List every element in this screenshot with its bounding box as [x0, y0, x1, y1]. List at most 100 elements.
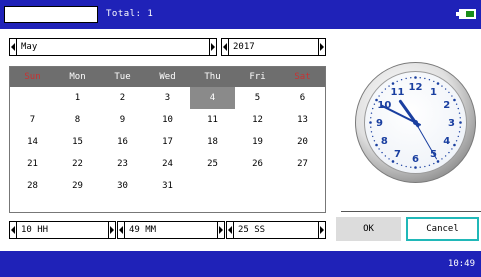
calendar-day-17[interactable]: 17: [145, 131, 190, 153]
clock-numeral-1: 1: [430, 87, 437, 98]
clock-tick: [378, 95, 380, 97]
clock-tick: [381, 91, 383, 94]
weekday-thu: Thu: [204, 72, 221, 82]
clock-tick: [414, 166, 417, 169]
clock-numeral-4: 4: [443, 136, 450, 147]
calendar-empty-cell: [10, 87, 55, 109]
minutes-prev-arrow-icon[interactable]: [117, 221, 125, 239]
clock-tick: [441, 158, 443, 160]
calendar-day-22[interactable]: 22: [55, 153, 100, 175]
year-spinner[interactable]: 2017: [221, 38, 326, 56]
minutes-value[interactable]: 49 MM: [125, 221, 217, 239]
calendar-day-5[interactable]: 5: [235, 87, 280, 109]
calendar-day-25[interactable]: 25: [190, 153, 235, 175]
calendar-day-14[interactable]: 14: [10, 131, 55, 153]
clock-tick: [453, 143, 456, 147]
seconds-spinner[interactable]: 25 SS: [226, 221, 326, 239]
calendar-day-12[interactable]: 12: [235, 109, 280, 131]
clock-numeral-3: 3: [448, 118, 455, 129]
calendar-day-29[interactable]: 29: [55, 175, 100, 197]
calendar-day-3[interactable]: 3: [145, 87, 190, 109]
seconds-prev-arrow-icon[interactable]: [226, 221, 234, 239]
calendar-day-15[interactable]: 15: [55, 131, 100, 153]
calendar-day-24[interactable]: 24: [145, 153, 190, 175]
month-next-arrow-icon[interactable]: [209, 38, 217, 56]
weekday-mon: Mon: [69, 72, 86, 82]
minutes-spinner[interactable]: 49 MM: [117, 221, 225, 239]
calendar-day-13[interactable]: 13: [280, 109, 325, 131]
calendar-day-27[interactable]: 27: [280, 153, 325, 175]
clock-tick: [373, 140, 376, 142]
clock-tick: [414, 76, 417, 79]
clock-tick: [436, 160, 440, 163]
clock-tick: [451, 95, 453, 97]
seconds-value[interactable]: 25 SS: [234, 221, 318, 239]
weekday-fri: Fri: [249, 72, 266, 82]
calendar-day-21[interactable]: 21: [10, 153, 55, 175]
calendar-day-8[interactable]: 8: [55, 109, 100, 131]
clock-tick: [444, 155, 447, 157]
clock-tick: [453, 98, 456, 102]
clock-tick: [419, 166, 421, 168]
clock-tick: [457, 107, 459, 110]
clock-tick: [455, 140, 458, 142]
calendar-day-20[interactable]: 20: [280, 131, 325, 153]
clock-tick: [370, 112, 373, 114]
analog-clock: 121234567891011: [355, 62, 476, 183]
seconds-next-arrow-icon[interactable]: [318, 221, 326, 239]
calendar-day-10[interactable]: 10: [145, 109, 190, 131]
top-input-field[interactable]: [4, 6, 98, 23]
year-prev-arrow-icon[interactable]: [221, 38, 229, 56]
calendar-day-9[interactable]: 9: [100, 109, 145, 131]
calendar-day-26[interactable]: 26: [235, 153, 280, 175]
calendar-day-23[interactable]: 23: [100, 153, 145, 175]
calendar-day-4[interactable]: 4: [190, 87, 235, 109]
calendar-day-1[interactable]: 1: [55, 87, 100, 109]
calendar-day-16[interactable]: 16: [100, 131, 145, 153]
calendar-day-7[interactable]: 7: [10, 109, 55, 131]
month-value[interactable]: May: [17, 38, 209, 56]
clock-tick: [410, 77, 412, 79]
clock-tick: [378, 148, 380, 150]
ok-button[interactable]: OK: [336, 217, 401, 241]
clock-tick: [451, 148, 453, 150]
clock-numeral-9: 9: [376, 118, 383, 129]
clock-tick: [459, 126, 461, 128]
calendar-week-row: 123456: [10, 87, 325, 109]
minutes-next-arrow-icon[interactable]: [217, 221, 225, 239]
battery-nub: [456, 12, 459, 16]
year-value[interactable]: 2017: [229, 38, 318, 56]
calendar-empty-cell: [280, 175, 325, 197]
clock-tick: [455, 103, 458, 105]
calendar-week-row: 14 15 16 17 18 19 20: [10, 131, 325, 153]
clock-tick: [433, 162, 435, 165]
cancel-button[interactable]: Cancel: [406, 217, 479, 241]
calendar-day-28[interactable]: 28: [10, 175, 55, 197]
month-prev-arrow-icon[interactable]: [9, 38, 17, 56]
month-spinner[interactable]: May: [9, 38, 217, 56]
calendar-day-18[interactable]: 18: [190, 131, 235, 153]
button-divider: [341, 211, 481, 212]
clock-tick: [405, 77, 407, 80]
calendar-day-19[interactable]: 19: [235, 131, 280, 153]
calendar-day-6[interactable]: 6: [280, 87, 325, 109]
clock-tick: [457, 135, 459, 138]
clock-numeral-8: 8: [381, 136, 388, 147]
clock-tick: [428, 79, 431, 81]
calendar-day-11[interactable]: 11: [190, 109, 235, 131]
calendar-weekday-header: Sun Mon Tue Wed Thu Fri Sat: [10, 67, 325, 87]
clock-tick: [381, 151, 383, 154]
clock-tick: [419, 77, 421, 79]
hours-prev-arrow-icon[interactable]: [9, 221, 17, 239]
calendar-day-30[interactable]: 30: [100, 175, 145, 197]
clock-tick: [370, 117, 372, 119]
calendar-day-2[interactable]: 2: [100, 87, 145, 109]
clock-tick: [370, 126, 372, 128]
hours-spinner[interactable]: 10 HH: [9, 221, 116, 239]
hours-next-arrow-icon[interactable]: [108, 221, 116, 239]
year-next-arrow-icon[interactable]: [318, 38, 326, 56]
calendar-day-31[interactable]: 31: [145, 175, 190, 197]
bottom-status-bar: 10:49: [0, 251, 481, 277]
clock-tick: [459, 117, 461, 119]
hours-value[interactable]: 10 HH: [17, 221, 108, 239]
